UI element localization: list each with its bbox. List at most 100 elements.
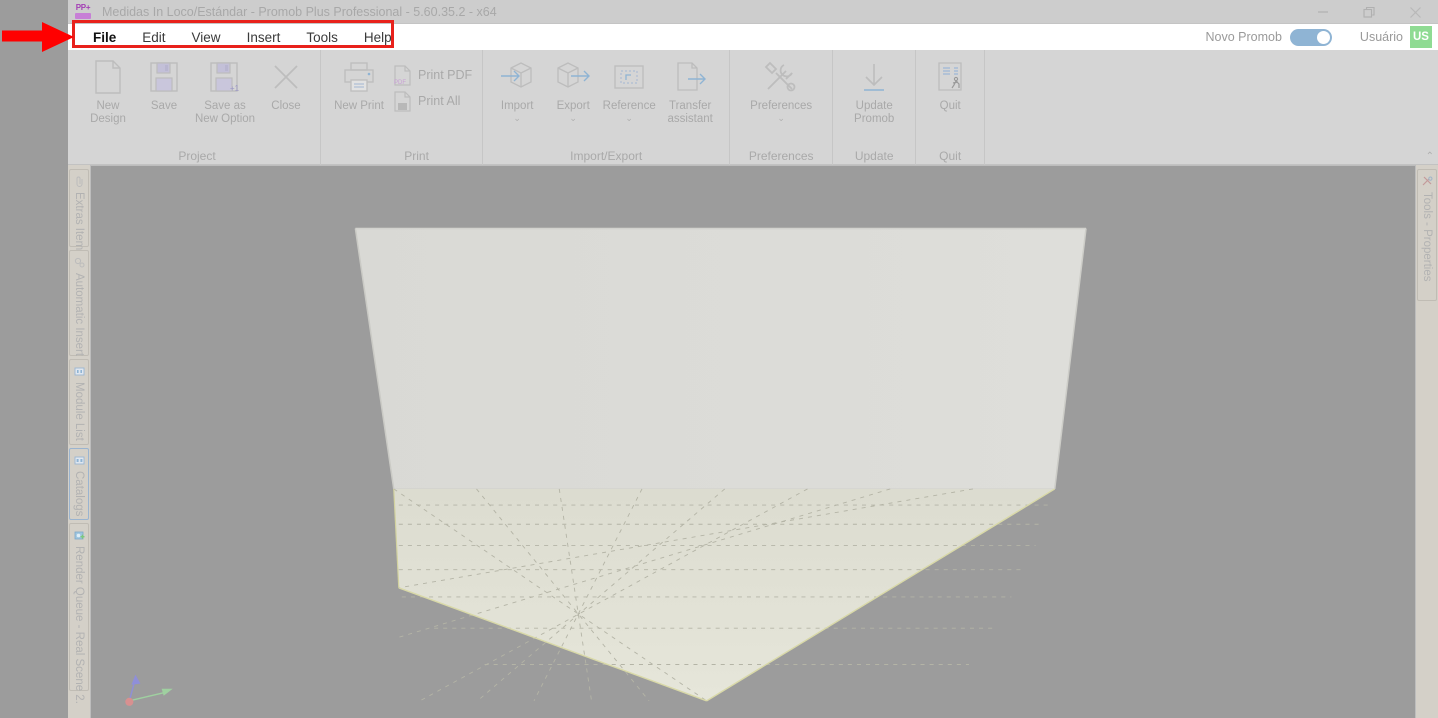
app-logo-text: PP+: [75, 3, 91, 12]
menu-item-insert-label: Insert: [246, 29, 281, 45]
ribbon-group-quit-title: Quit: [939, 149, 962, 163]
svg-text:+1: +1: [230, 84, 240, 93]
ribbon-group-quit-body: Quit: [922, 50, 978, 147]
save-as-new-option-button[interactable]: +1 Save as New Option: [192, 55, 258, 126]
exit-door-runner-icon: [934, 57, 966, 97]
pdf-file-icon: PDF: [391, 64, 413, 86]
save-button[interactable]: Save: [136, 55, 192, 113]
avatar[interactable]: US: [1410, 26, 1432, 48]
chevron-down-icon[interactable]: ⌄: [777, 114, 785, 123]
gears-icon: [72, 255, 86, 269]
chevron-down-icon[interactable]: ⌄: [625, 114, 633, 123]
import-button[interactable]: Import ⌄: [489, 55, 545, 123]
new-document-icon: [92, 57, 124, 97]
ribbon-group-preferences-title: Preferences: [748, 149, 814, 163]
transfer-assistant-label: Transfer assistant: [667, 100, 713, 125]
printer-icon: [342, 57, 376, 97]
window-title: Medidas In Loco/Estándar - Promob Plus P…: [102, 4, 497, 19]
ribbon-group-import-export: Import ⌄ Export ⌄ Reference ⌄ Transfer a…: [483, 50, 731, 165]
new-design-label: New Design: [90, 100, 126, 125]
menu-item-view-underline: [191, 46, 222, 48]
restore-button[interactable]: [1346, 0, 1392, 24]
close-button[interactable]: [1392, 0, 1438, 24]
3d-viewport[interactable]: [90, 165, 1416, 718]
print-all-button[interactable]: Print All: [387, 88, 476, 114]
ribbon-group-preferences-body: Preferences ⌄: [736, 50, 826, 147]
import-label: Import: [500, 100, 534, 112]
ribbon-toolbar: New Design Save +1 Save as New Option Cl…: [68, 50, 1438, 165]
menu-item-edit[interactable]: Edit: [129, 24, 178, 50]
export-cube-icon: [555, 57, 591, 97]
sidebar-item-render-queue-label: Render Queue - Real Scene 2.: [73, 546, 85, 704]
menu-item-tools-underline: [305, 46, 339, 48]
sidebar-item-tools-properties[interactable]: Tools - Properties: [1417, 169, 1437, 301]
sidebar-item-automatic-insert-label: Automatic Insert: [73, 273, 85, 357]
menu-item-file-underline: [92, 46, 118, 48]
reference-frame-icon: [612, 57, 646, 97]
update-promob-button[interactable]: Update Promob: [839, 55, 909, 126]
floppy-save-icon: [148, 57, 180, 97]
new-design-button[interactable]: New Design: [80, 55, 136, 126]
menu-items: File Edit View Insert Tools Help: [68, 24, 405, 50]
import-cube-icon: [499, 57, 535, 97]
new-print-label: New Print: [334, 100, 384, 112]
menu-item-help-label: Help: [363, 29, 392, 45]
menu-item-tools[interactable]: Tools: [293, 24, 351, 50]
export-button[interactable]: Export ⌄: [545, 55, 601, 123]
print-pdf-label: Print PDF: [418, 68, 473, 82]
app-logo-icon: PP+: [72, 2, 94, 22]
close-button-ribbon[interactable]: Close: [258, 55, 314, 113]
floppy-save-plus-icon: +1: [208, 57, 242, 97]
ribbon-group-preferences: Preferences ⌄ Preferences: [730, 50, 834, 165]
application-window: PP+ Medidas In Loco/Estándar - Promob Pl…: [0, 0, 1438, 718]
sidebar-item-render-queue[interactable]: Render Queue - Real Scene 2.: [69, 523, 89, 704]
ribbon-group-project-title: Project: [178, 149, 216, 163]
transfer-assistant-button[interactable]: Transfer assistant: [657, 55, 723, 126]
menu-item-file[interactable]: File: [80, 24, 129, 50]
preferences-label: Preferences: [750, 100, 813, 112]
render-camera-icon: [72, 528, 86, 542]
save-label: Save: [150, 100, 178, 112]
right-sidebar: Tools - Properties: [1416, 165, 1438, 718]
print-all-icon: [391, 90, 413, 112]
preferences-button[interactable]: Preferences ⌄: [736, 55, 826, 123]
update-promob-label: Update Promob: [854, 100, 895, 125]
menu-item-edit-underline: [141, 46, 167, 48]
sidebar-item-catalogs[interactable]: Catalogs: [69, 448, 89, 520]
sidebar-item-module-list-label: Module List: [73, 382, 85, 441]
paperclip-icon: [72, 174, 86, 188]
minimize-button[interactable]: [1300, 0, 1346, 24]
reference-label: Reference: [602, 100, 656, 112]
menu-bar-right-controls: Novo Promob Usuário US: [1205, 24, 1438, 50]
ribbon-group-project: New Design Save +1 Save as New Option Cl…: [68, 50, 321, 165]
menu-item-view-label: View: [191, 29, 221, 45]
print-pdf-button[interactable]: PDF Print PDF: [387, 62, 476, 88]
sidebar-item-tools-properties-label: Tools - Properties: [1421, 192, 1433, 282]
list-grid-icon: [72, 364, 86, 378]
quit-button[interactable]: Quit: [922, 55, 978, 113]
print-all-label: Print All: [418, 94, 461, 108]
chevron-down-icon[interactable]: ⌄: [569, 114, 577, 123]
chevron-down-icon[interactable]: ⌄: [513, 114, 521, 123]
sidebar-item-module-list[interactable]: Module List: [69, 359, 89, 445]
menu-item-insert-underline: [246, 46, 282, 48]
main-window: PP+ Medidas In Loco/Estándar - Promob Pl…: [68, 0, 1438, 718]
menu-item-insert[interactable]: Insert: [234, 24, 294, 50]
transfer-page-icon: [672, 57, 708, 97]
desktop-backdrop: [0, 0, 68, 718]
novo-promob-toggle[interactable]: [1289, 28, 1332, 46]
reference-button[interactable]: Reference ⌄: [601, 55, 657, 123]
origin-marker: [125, 697, 134, 706]
menu-item-view[interactable]: View: [179, 24, 234, 50]
sidebar-item-automatic-insert[interactable]: Automatic Insert: [69, 250, 89, 356]
workspace: Extras Items Automatic Insert Module Lis…: [68, 165, 1438, 718]
menu-item-help[interactable]: Help: [351, 24, 405, 50]
ribbon-collapse-icon[interactable]: ⌃: [1426, 152, 1434, 162]
menu-item-file-label: File: [93, 29, 117, 45]
ribbon-group-update-title: Update: [854, 149, 894, 163]
left-sidebar: Extras Items Automatic Insert Module Lis…: [68, 165, 90, 718]
sidebar-item-extras-items[interactable]: Extras Items: [69, 169, 89, 256]
print-small-buttons: PDF Print PDF Print All: [387, 55, 476, 114]
new-print-button[interactable]: New Print: [331, 55, 387, 113]
svg-text:PDF: PDF: [394, 80, 406, 86]
